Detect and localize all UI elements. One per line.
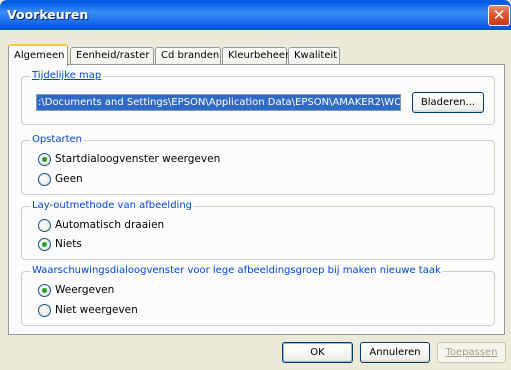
- browse-button-label: Bladeren...: [420, 97, 476, 108]
- radio-empty-icon: [38, 219, 51, 232]
- warning-legend: Waarschuwingsdialoogvenster voor lege af…: [30, 265, 443, 276]
- startup-option-label: Startdialoogvenster weergeven: [55, 153, 221, 165]
- temp-folder-legend: Tijdelijke map: [30, 70, 104, 81]
- tab-panel: Tijdelijke map :\Documents and Settings\…: [8, 64, 505, 335]
- radio-empty-icon: [38, 173, 51, 186]
- warning-option-label: Weergeven: [55, 284, 115, 296]
- tab-cd-branden[interactable]: Cd branden: [155, 47, 221, 65]
- cancel-button-label: Annuleren: [369, 347, 421, 358]
- startup-legend: Opstarten: [30, 134, 84, 145]
- startup-option-label: Geen: [55, 173, 83, 185]
- radio-selected-icon: [38, 238, 51, 251]
- apply-button[interactable]: Toepassen: [437, 342, 506, 363]
- layout-method-group: Lay-outmethode van afbeelding Automatisc…: [21, 200, 495, 260]
- radio-selected-icon: [38, 284, 51, 297]
- startup-group: Opstarten Startdialoogvenster weergeven …: [21, 134, 495, 195]
- temp-folder-group: Tijdelijke map :\Documents and Settings\…: [21, 70, 495, 125]
- browse-button[interactable]: Bladeren...: [412, 92, 484, 113]
- close-icon: ✕: [492, 6, 506, 24]
- radio-selected-icon: [38, 153, 51, 166]
- cancel-button[interactable]: Annuleren: [360, 342, 430, 363]
- tab-eenheid-raster[interactable]: Eenheid/raster: [70, 47, 154, 65]
- tab-algemeen[interactable]: Algemeen: [8, 44, 68, 66]
- ok-button[interactable]: OK: [282, 342, 353, 363]
- temp-folder-path-field[interactable]: :\Documents and Settings\EPSON\Applicati…: [36, 94, 401, 111]
- title-bar: Voorkeuren ✕: [0, 0, 511, 30]
- tab-kwaliteit[interactable]: Kwaliteit: [288, 47, 340, 65]
- empty-group-warning-group: Waarschuwingsdialoogvenster voor lege af…: [21, 265, 495, 326]
- tab-kleurbeheer[interactable]: Kleurbeheer: [222, 47, 289, 65]
- warning-option-label: Niet weergeven: [55, 304, 138, 316]
- apply-button-label: Toepassen: [445, 347, 498, 358]
- close-button[interactable]: ✕: [488, 5, 510, 26]
- window-title: Voorkeuren: [7, 7, 89, 22]
- layout-method-legend: Lay-outmethode van afbeelding: [30, 200, 195, 211]
- radio-empty-icon: [38, 304, 51, 317]
- ok-button-label: OK: [310, 347, 325, 358]
- layout-option-label: Niets: [55, 238, 82, 250]
- layout-option-label: Automatisch draaien: [55, 219, 165, 231]
